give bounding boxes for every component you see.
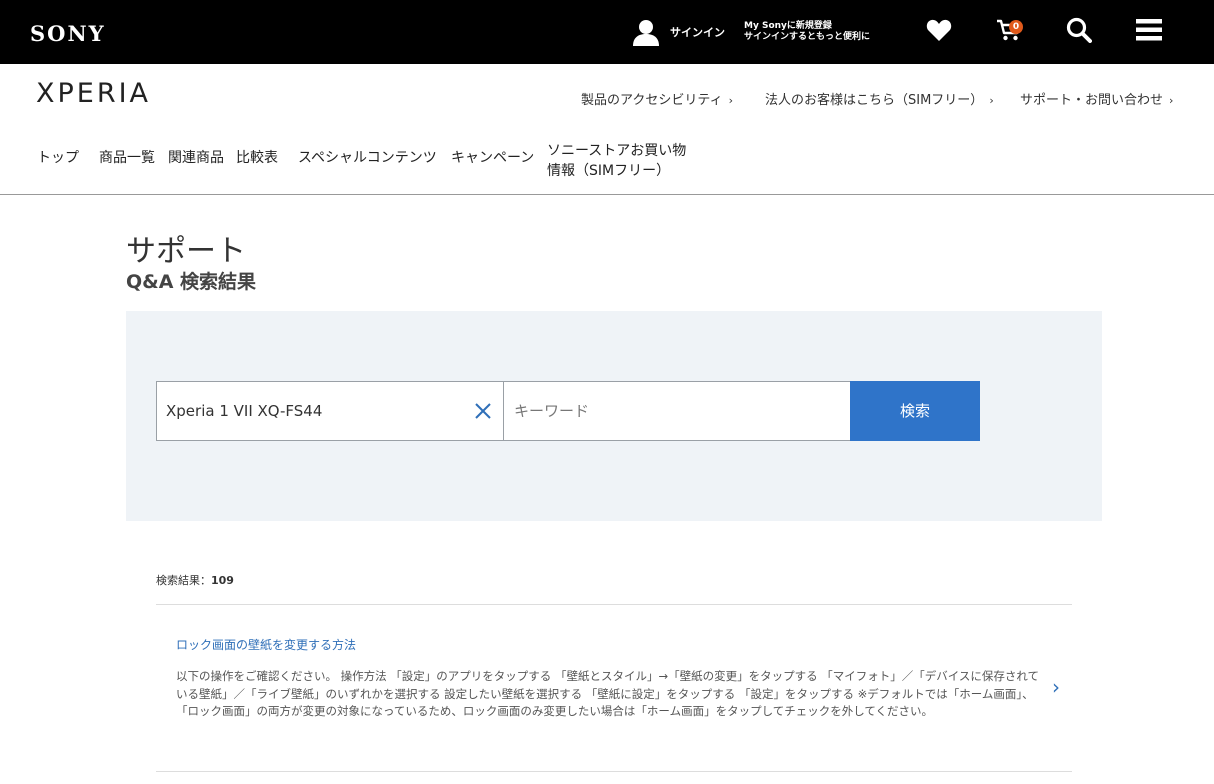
business-link[interactable]: 法人のお客様はこちら（SIMフリー） › [765,89,994,108]
chevron-right-icon: › [728,94,733,107]
main-nav: トップ 商品一覧 関連商品 比較表 スペシャルコンテンツ キャンペーン ソニース… [0,138,1214,195]
sony-logo[interactable]: SONY [30,21,106,46]
favorites-button[interactable] [925,18,953,46]
result-title-link[interactable]: ロック画面の壁紙を変更する方法 [176,636,356,653]
page-title: サポート [126,234,246,269]
chevron-right-icon: › [989,94,994,107]
signin-label: サインイン [670,26,725,39]
mysony-register-link[interactable]: My Sonyに新規登録 サインインするともっと便利に [744,21,870,43]
menu-icon [1136,18,1162,46]
chevron-right-icon[interactable]: › [1052,675,1060,699]
product-selector[interactable]: Xperia 1 VII XQ-FS44 [156,381,504,441]
heart-icon [926,18,952,46]
page-subtitle: Q&A 検索結果 [126,271,257,293]
support-link[interactable]: サポート・お問い合わせ › [1020,89,1173,108]
close-icon [475,403,491,419]
keyword-input[interactable] [503,381,851,441]
result-count-value: 109 [211,574,234,587]
result-snippet: 以下の操作をご確認ください。 操作方法 「設定」のアプリをタップする 「壁紙とス… [176,669,1040,718]
global-header: SONY サインイン My Sonyに新規登録 サインインするともっと便利に 0 [0,0,1214,64]
menu-button[interactable] [1135,18,1163,46]
site-search-button[interactable] [1065,17,1093,47]
chevron-right-icon: › [1169,94,1174,107]
result-count: 検索結果：109 [156,572,234,588]
search-icon [1066,17,1092,47]
xperia-logo[interactable]: XPERIA [36,78,151,109]
user-icon [632,18,660,46]
product-value: Xperia 1 VII XQ-FS44 [166,402,323,420]
search-panel: Xperia 1 VII XQ-FS44 検索 [126,311,1102,521]
cart-count-badge: 0 [1009,20,1023,34]
nav-item-top[interactable]: トップ [37,148,79,168]
accessibility-link-label: 製品のアクセシビリティ [581,93,723,108]
accessibility-link[interactable]: 製品のアクセシビリティ › [581,89,733,108]
store-info-line2: 情報（SIMフリー） [547,163,671,179]
nav-item-special[interactable]: スペシャルコンテンツ [298,148,437,168]
divider [156,771,1072,772]
nav-item-related[interactable]: 関連商品 [168,148,224,168]
result-item[interactable]: ロック画面の壁紙を変更する方法 以下の操作をご確認ください。 操作方法 「設定」… [156,605,1072,771]
nav-item-store-info[interactable]: ソニーストアお買い物 情報（SIMフリー） [547,141,686,181]
clear-product-button[interactable] [472,400,494,422]
mysony-line1: My Sonyに新規登録 [744,21,832,31]
store-info-line1: ソニーストアお買い物 [547,143,687,159]
business-link-label: 法人のお客様はこちら（SIMフリー） [765,93,984,108]
result-count-label: 検索結果： [156,574,211,587]
nav-item-products[interactable]: 商品一覧 [99,148,155,168]
nav-item-campaign[interactable]: キャンペーン [451,148,534,168]
search-button[interactable]: 検索 [850,381,980,441]
mysony-line2: サインインするともっと便利に [744,32,871,42]
nav-item-compare[interactable]: 比較表 [236,148,278,168]
support-link-label: サポート・お問い合わせ [1020,93,1164,108]
signin-button[interactable]: サインイン [632,18,725,46]
